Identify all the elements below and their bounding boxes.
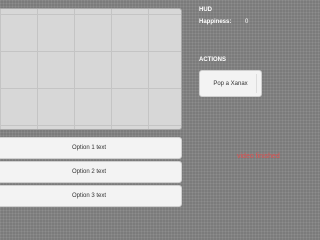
action-button-label: Pop a Xanax [213,80,248,87]
option-3-button[interactable]: Option 3 text [0,185,182,207]
pop-a-xanax-button[interactable]: Pop a Xanax [199,70,262,97]
game-view [0,8,182,130]
hud-stat-happiness: Happiness: 0 [199,19,259,25]
hud-stat-value: 0 [245,19,249,25]
option-1-label: Option 1 text [71,145,107,151]
status-text: video finished [237,153,280,160]
actions-title: ACTIONS [199,57,226,63]
hud-title: HUD [199,7,212,13]
option-2-label: Option 2 text [71,169,107,175]
option-2-button[interactable]: Option 2 text [0,161,182,183]
option-3-label: Option 3 text [71,193,107,199]
option-1-button[interactable]: Option 1 text [0,137,182,159]
hud-stat-label: Happiness: [199,19,232,25]
